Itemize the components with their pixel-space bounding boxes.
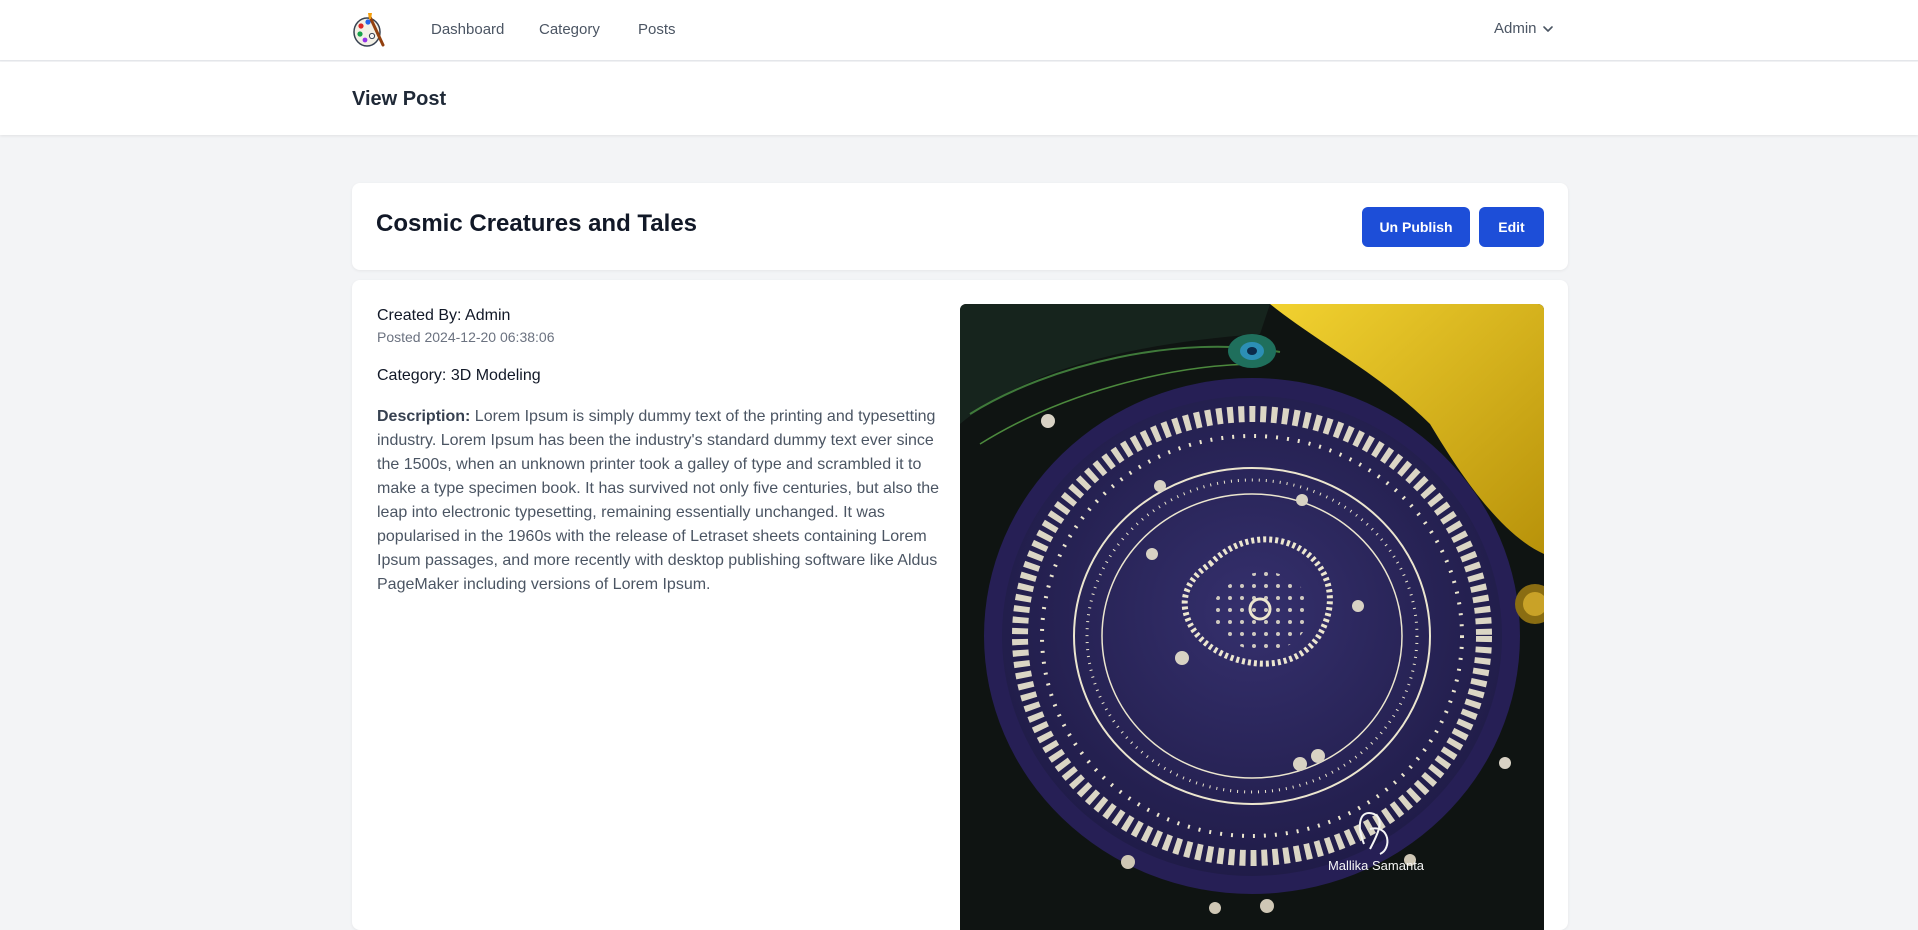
post-category: Category: 3D Modeling	[377, 367, 541, 384]
post-content-card: Created By: Admin Posted 2024-12-20 06:3…	[352, 280, 1568, 930]
post-date: Posted 2024-12-20 06:38:06	[377, 329, 555, 345]
page-title: View Post	[352, 88, 447, 110]
top-navbar: Dashboard Category Posts Admin	[0, 0, 1918, 61]
nav-link-posts[interactable]: Posts	[638, 21, 676, 38]
post-description: Description: Lorem Ipsum is simply dummy…	[377, 405, 947, 597]
post-image: Mallika Samanta	[960, 304, 1544, 930]
user-menu[interactable]: Admin	[1494, 20, 1555, 37]
description-text: Lorem Ipsum is simply dummy text of the …	[377, 408, 940, 593]
post-title-card: Cosmic Creatures and Tales Un Publish Ed…	[352, 183, 1568, 270]
edit-button[interactable]: Edit	[1479, 207, 1544, 247]
photographer-signature: Mallika Samanta	[1328, 858, 1425, 873]
unpublish-button[interactable]: Un Publish	[1362, 207, 1470, 247]
post-title: Cosmic Creatures and Tales	[376, 210, 698, 237]
palette-brush-icon[interactable]	[352, 11, 386, 49]
page-header: View Post	[0, 62, 1918, 135]
chevron-down-icon	[1542, 25, 1553, 32]
description-label: Description:	[377, 408, 471, 425]
user-name: Admin	[1494, 20, 1537, 37]
nav-link-category[interactable]: Category	[539, 21, 600, 38]
nav-link-dashboard[interactable]: Dashboard	[431, 21, 504, 38]
post-author: Created By: Admin	[377, 307, 511, 324]
